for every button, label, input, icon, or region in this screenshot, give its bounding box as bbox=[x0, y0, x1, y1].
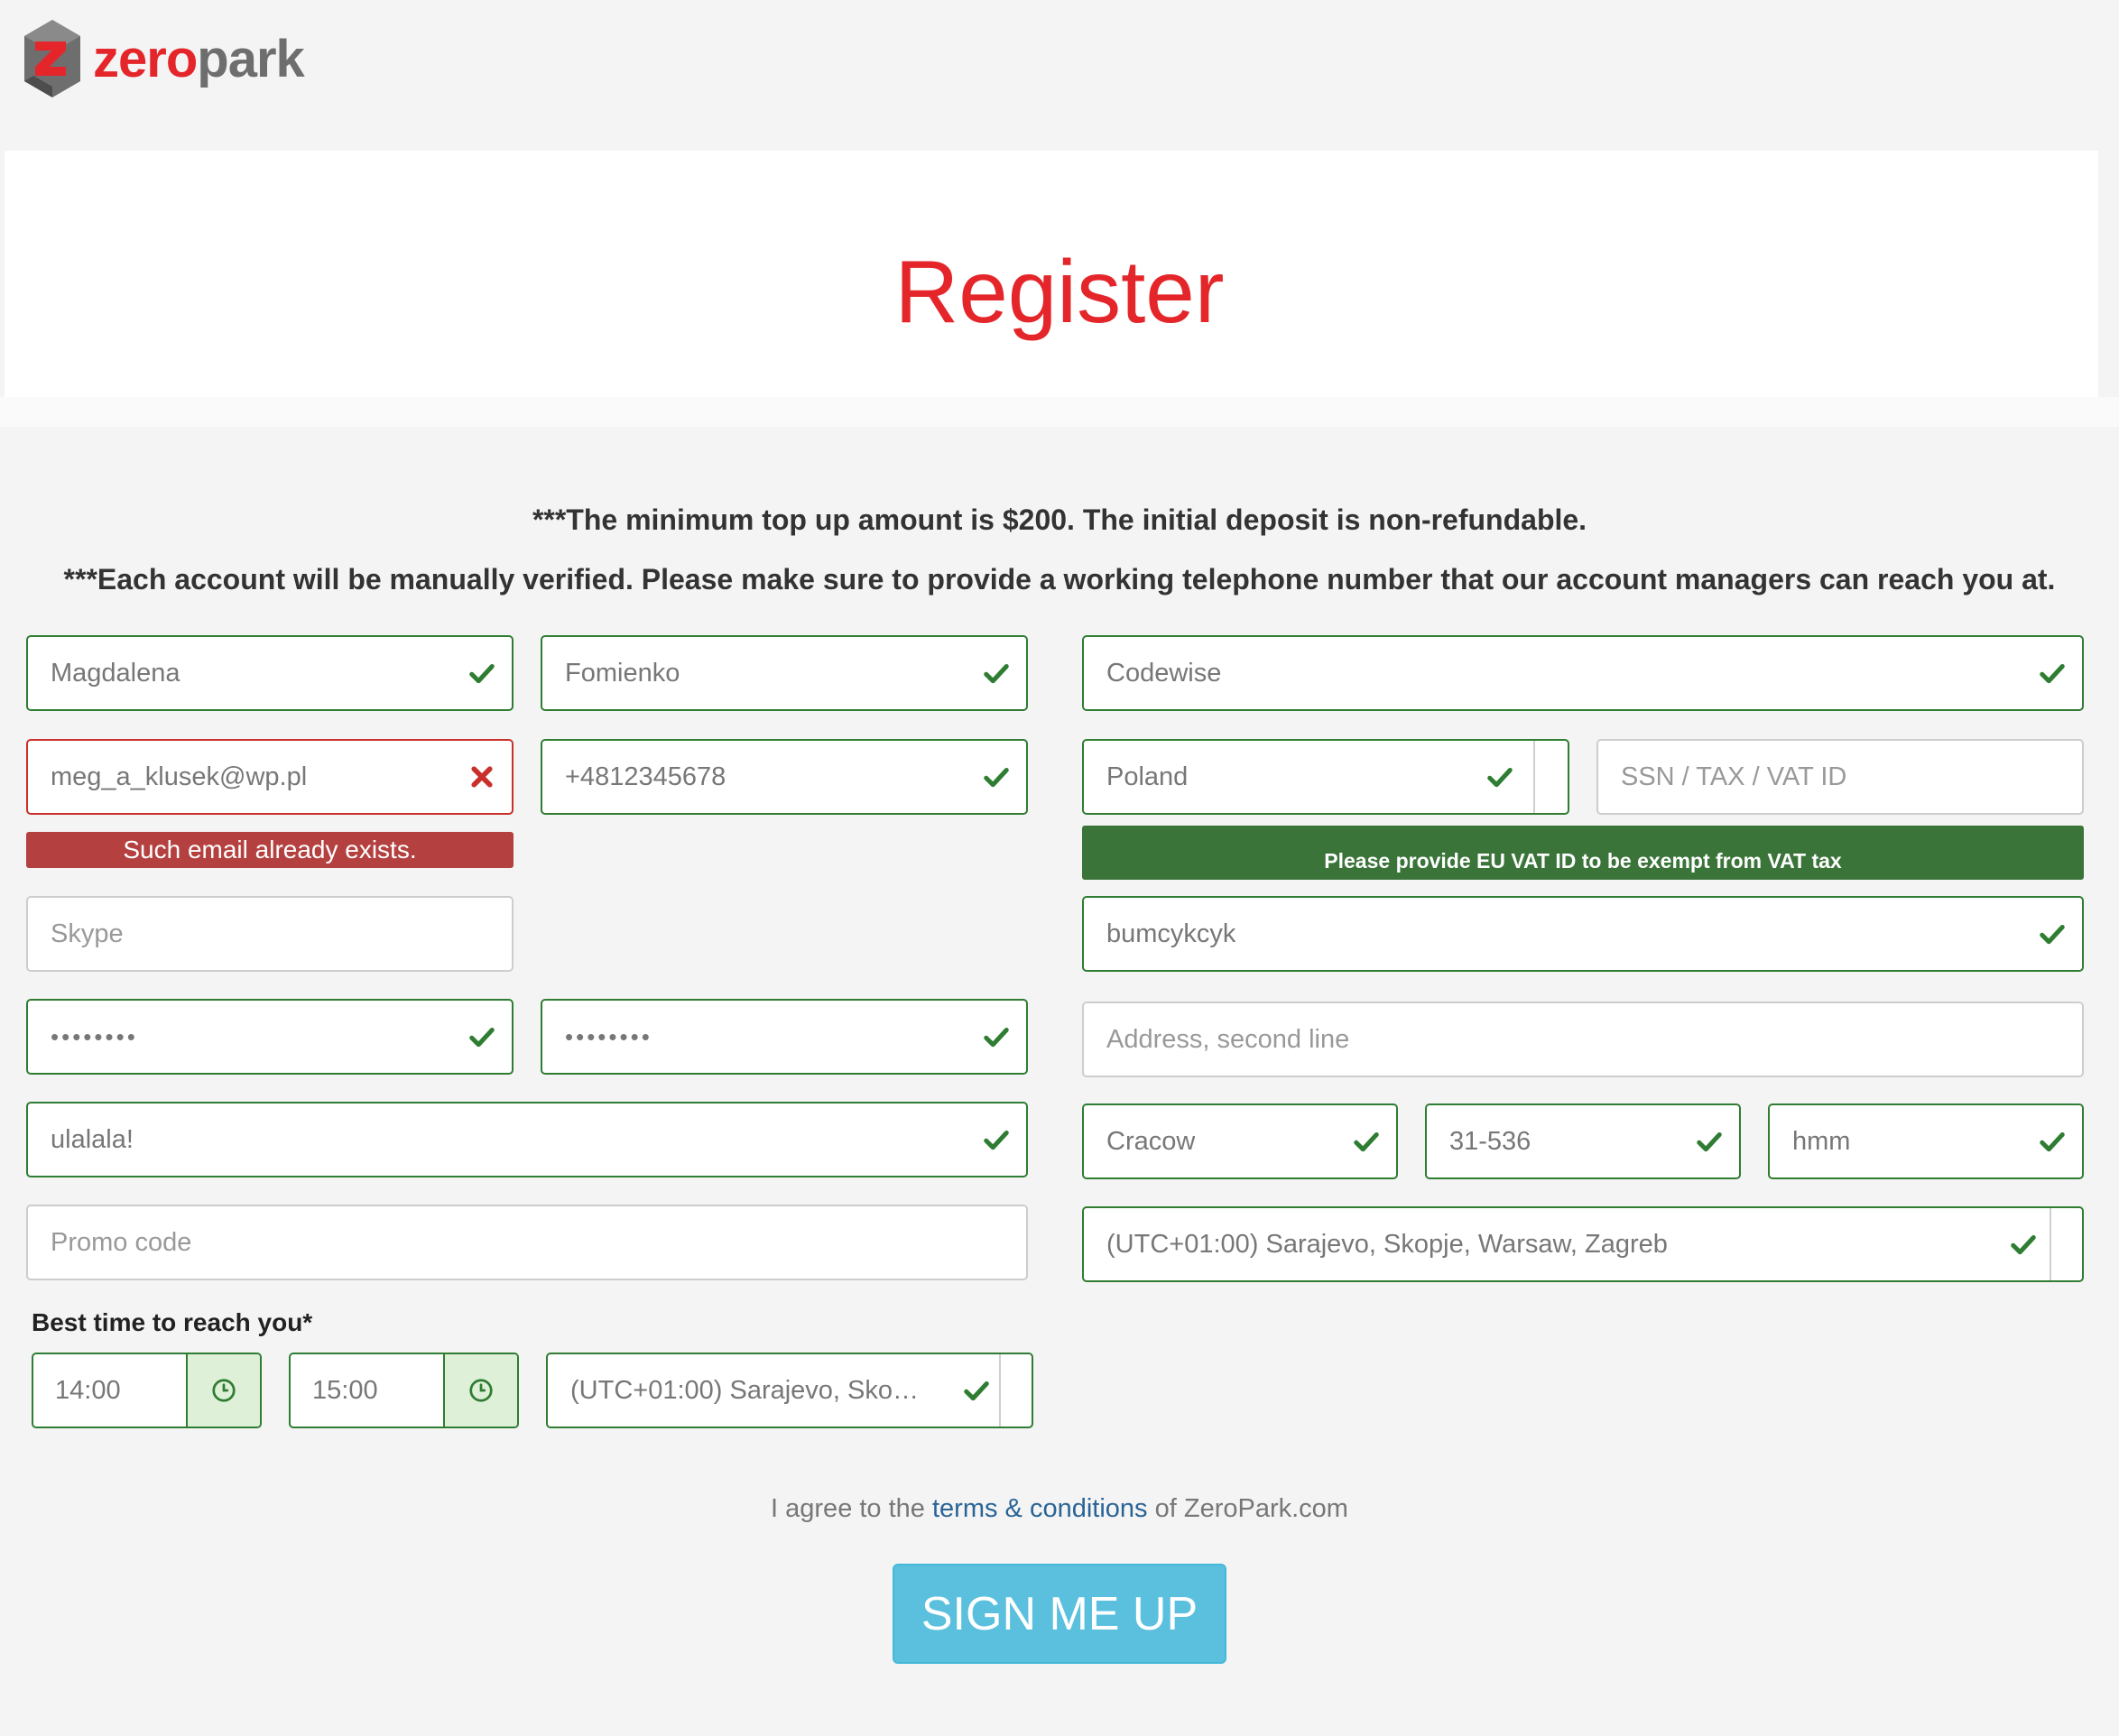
country-select[interactable]: Poland bbox=[1082, 739, 1569, 815]
check-icon bbox=[1697, 1132, 1722, 1152]
zip-input[interactable]: 31-536 bbox=[1425, 1103, 1741, 1179]
check-icon bbox=[964, 1381, 989, 1401]
vat-hint-banner: Please provide EU VAT ID to be exempt fr… bbox=[1082, 826, 2084, 880]
zeropark-logo-icon bbox=[24, 20, 80, 97]
zeropark-logo[interactable]: zeropark bbox=[24, 18, 305, 99]
check-icon bbox=[984, 1131, 1009, 1150]
region-input[interactable]: hmm bbox=[1768, 1103, 2084, 1179]
skype-input[interactable]: Skype bbox=[26, 896, 514, 972]
check-icon bbox=[2011, 1235, 2036, 1255]
first-name-input[interactable]: Magdalena bbox=[26, 635, 514, 711]
phone-input[interactable]: +4812345678 bbox=[541, 739, 1028, 815]
select-divider bbox=[999, 1354, 1001, 1427]
contact-timezone-select[interactable]: (UTC+01:00) Sarajevo, Skopje, Warsaw, Za… bbox=[546, 1353, 1033, 1428]
logo-text: zeropark bbox=[93, 29, 305, 88]
confirm-password-input[interactable]: •••••••• bbox=[541, 999, 1028, 1075]
address-line2-input[interactable]: Address, second line bbox=[1082, 1002, 2084, 1077]
time-from-clock-button[interactable] bbox=[186, 1354, 260, 1427]
error-x-icon bbox=[471, 766, 493, 788]
password-input[interactable]: •••••••• bbox=[26, 999, 514, 1075]
check-icon bbox=[984, 768, 1009, 788]
verification-notice: ***Each account will be manually verifie… bbox=[63, 563, 2056, 596]
address-line1-input[interactable]: bumcykcyk bbox=[1082, 896, 2084, 972]
check-icon bbox=[469, 1028, 495, 1048]
terms-link[interactable]: terms & conditions bbox=[932, 1494, 1148, 1523]
check-icon bbox=[2040, 1132, 2065, 1152]
check-icon bbox=[984, 664, 1009, 684]
clock-icon bbox=[469, 1379, 493, 1402]
select-divider bbox=[1533, 741, 1535, 813]
select-divider bbox=[2050, 1208, 2051, 1280]
header-divider bbox=[0, 397, 2119, 427]
terms-agreement: I agree to the terms & conditions of Zer… bbox=[771, 1494, 1348, 1523]
check-icon bbox=[1487, 768, 1513, 788]
email-input[interactable]: meg_a_klusek@wp.pl bbox=[26, 739, 514, 815]
timezone-select[interactable]: (UTC+01:00) Sarajevo, Skopje, Warsaw, Za… bbox=[1082, 1206, 2084, 1282]
company-input[interactable]: Codewise bbox=[1082, 635, 2084, 711]
email-error-message: Such email already exists. bbox=[26, 832, 514, 868]
clock-icon bbox=[212, 1379, 236, 1402]
time-to-clock-button[interactable] bbox=[443, 1354, 517, 1427]
deposit-notice: ***The minimum top up amount is $200. Th… bbox=[532, 503, 1587, 536]
check-icon bbox=[984, 1028, 1009, 1048]
page-title: Register bbox=[894, 242, 1225, 341]
best-time-label: Best time to reach you* bbox=[32, 1308, 313, 1336]
time-from-picker[interactable]: 14:00 bbox=[32, 1353, 262, 1428]
check-icon bbox=[469, 664, 495, 684]
check-icon bbox=[2040, 925, 2065, 945]
sign-up-button[interactable]: SIGN ME UP bbox=[893, 1564, 1226, 1664]
tax-id-input[interactable]: SSN / TAX / VAT ID bbox=[1596, 739, 2084, 815]
check-icon bbox=[2040, 664, 2065, 684]
note-input[interactable]: ulalala! bbox=[26, 1102, 1028, 1177]
promo-code-input[interactable]: Promo code bbox=[26, 1205, 1028, 1280]
city-input[interactable]: Cracow bbox=[1082, 1103, 1398, 1179]
last-name-input[interactable]: Fomienko bbox=[541, 635, 1028, 711]
check-icon bbox=[1354, 1132, 1379, 1152]
time-to-picker[interactable]: 15:00 bbox=[289, 1353, 519, 1428]
